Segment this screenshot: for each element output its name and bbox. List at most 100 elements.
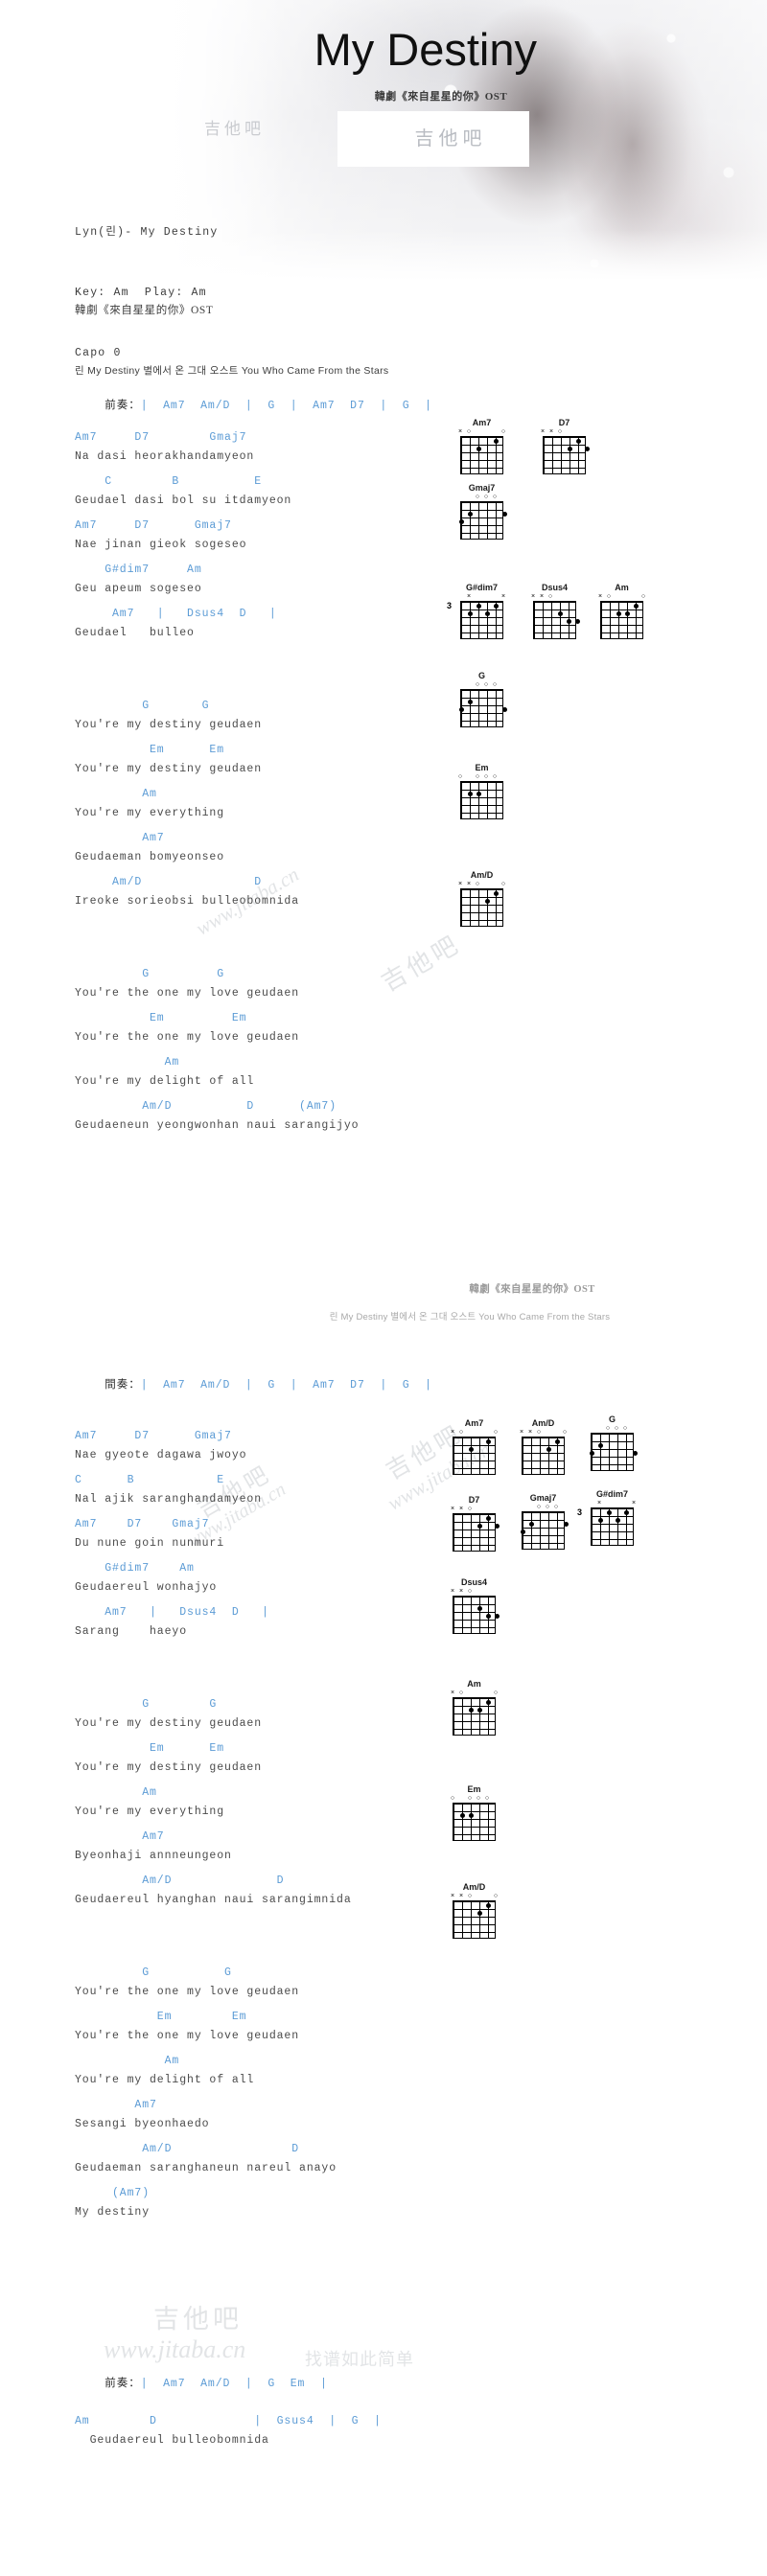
chord-diagram-name: Am (467, 1679, 481, 1689)
chord-line: G G (75, 700, 210, 712)
section-label-interlude: 間奏： (105, 1379, 141, 1391)
chord-diagram-finger-dot (476, 1910, 482, 1916)
chord-line: Am (75, 788, 157, 800)
lyric-line: Sesangi byeonhaedo (75, 2118, 210, 2130)
chord-diagram-fretboard (453, 1697, 496, 1736)
chord-diagram-am7: Am7 × ○ ○ (456, 418, 507, 474)
open-string-marker: ○ (605, 1425, 611, 1432)
chord-diagram-fret-number: 3 (447, 601, 453, 610)
open-string-marker: ○ (467, 1893, 473, 1899)
open-string-marker: ○ (493, 1690, 499, 1696)
muted-string-marker: × (458, 1506, 464, 1512)
chord-diagram-fretboard (453, 1596, 500, 1634)
chord-diagram-finger-dot (528, 1521, 534, 1527)
muted-string-marker: × (527, 1429, 533, 1436)
chord-diagram-finger-dot (520, 1529, 525, 1534)
chord-line: Am7 D7 Gmaj7 (75, 431, 247, 444)
chord-diagram-finger-dot (458, 706, 464, 712)
chord-diagram-gmaj7: Gmaj7 ○ ○ ○ (518, 1493, 569, 1550)
muted-string-marker: × (500, 593, 506, 600)
chord-diagram-fretboard (589, 1433, 638, 1471)
muted-string-marker: × (548, 428, 554, 435)
chord-line: Am7 (75, 2099, 157, 2111)
chord-diagram-name: Am7 (472, 418, 492, 427)
chord-diagram-finger-dot (485, 1699, 491, 1705)
muted-string-marker: × (540, 428, 546, 435)
chord-diagram-open-mute-marks: × ○ ○ (456, 428, 507, 436)
muted-string-marker: × (450, 1893, 455, 1899)
chord-diagram-name: Em (467, 1784, 481, 1794)
chord-diagram-finger-dot (633, 603, 639, 609)
chord-sheet: 前奏：| Am7 Am/D | G | Am7 D7 | G | Am7 D7 … (0, 0, 767, 2576)
chord-line: G#dim7 Am (75, 564, 202, 576)
chord-diagram-fretboard (453, 1437, 496, 1475)
chord-diagram-name: G (477, 671, 485, 680)
open-string-marker: ○ (614, 1425, 619, 1432)
open-string-marker: ○ (493, 1893, 499, 1899)
chord-diagram-am-d: Am/D × × ○ ○ (518, 1418, 569, 1475)
chord-diagram-finger-dot (493, 890, 499, 896)
open-string-marker: ○ (545, 1504, 550, 1510)
muted-string-marker: × (530, 593, 536, 600)
chord-diagram-fretboard (520, 1511, 569, 1550)
section-progression-intro-1: | Am7 Am/D | G | Am7 D7 | G | (140, 400, 432, 412)
chord-line: Em Em (75, 2011, 247, 2023)
muted-string-marker: × (457, 428, 463, 435)
chord-line: G G (75, 968, 225, 980)
section-progression-outro: | Am7 Am/D | G Em | (140, 2378, 328, 2390)
open-string-marker: ○ (475, 773, 480, 780)
lyric-line: Geudaeman saranghaneun nareul anayo (75, 2162, 337, 2174)
chord-diagram-open-mute-marks: × × ○ (529, 593, 580, 601)
chord-diagram-finger-dot (567, 446, 572, 451)
lyric-line: Geudael dasi bol su itdamyeon (75, 494, 292, 507)
chord-diagram-fretboard (600, 601, 643, 639)
open-string-marker: ○ (606, 593, 612, 600)
chord-diagram-open-mute-marks: × × ○ ○ (449, 1893, 500, 1900)
chord-diagram-finger-dot (589, 1450, 594, 1456)
chord-line: G#dim7 Am (75, 1562, 195, 1575)
chord-diagram-d7: D7 × × ○ (539, 418, 590, 474)
chord-diagram-gmaj7: Gmaj7 ○ ○ ○ (456, 483, 507, 540)
mid-banner-sub: 린 My Destiny 별에서 온 그대 오스트 You Who Came F… (329, 1312, 611, 1322)
chord-diagram-finger-dot (624, 610, 630, 616)
chord-diagram-name: Am (615, 583, 629, 592)
chord-diagram-open-mute-marks: × × ○ ○ (456, 881, 507, 888)
chord-diagram-open-mute-marks: × × ○ (449, 1506, 500, 1513)
chord-diagram-name: D7 (558, 418, 570, 427)
chord-line: G G (75, 1966, 232, 1979)
lyric-line: You're my everything (75, 807, 225, 819)
muted-string-marker: × (450, 1588, 455, 1595)
chord-diagram-finger-dot (485, 1613, 491, 1619)
chord-diagram-finger-dot (476, 1605, 482, 1611)
chord-line: Am7 D7 Gmaj7 (75, 1518, 210, 1530)
chord-line: Em Em (75, 744, 225, 756)
lyric-line: You're my destiny geudaen (75, 1761, 263, 1774)
chord-diagram-finger-dot (458, 518, 464, 524)
chord-diagram-finger-dot (494, 1613, 500, 1619)
chord-diagram-open-mute-marks: × ○ ○ (596, 593, 647, 601)
chord-diagram-finger-dot (468, 1707, 474, 1713)
chord-diagram-name: Am/D (462, 1882, 486, 1892)
lyric-line: You're the one my love geudaen (75, 2030, 300, 2042)
muted-string-marker: × (457, 881, 463, 887)
chord-diagram-finger-dot (615, 1517, 620, 1523)
lyric-line: My destiny (75, 2206, 151, 2219)
chord-line: Am (75, 2055, 180, 2067)
chord-line: Em Em (75, 1742, 225, 1755)
muted-string-marker: × (631, 1500, 637, 1506)
chord-line: Am7 | Dsus4 D | (75, 608, 277, 620)
open-string-marker: ○ (458, 1429, 464, 1436)
open-string-marker: ○ (450, 1795, 455, 1802)
chord-diagram-fretboard (460, 601, 503, 639)
open-string-marker: ○ (640, 593, 646, 600)
muted-string-marker: × (450, 1690, 455, 1696)
section-outro: 前奏：| Am7 Am/D | G Em | (75, 2365, 328, 2403)
open-string-marker: ○ (557, 428, 563, 435)
chord-diagram-finger-dot (476, 603, 481, 609)
chord-diagram-finger-dot (485, 1515, 491, 1521)
chord-diagram-d7: D7 × × ○ (449, 1495, 500, 1552)
chord-diagram-g-dim7: G#dim7 × × 3 (577, 1489, 638, 1546)
lyric-line: You're my delight of all (75, 2074, 255, 2086)
open-string-marker: ○ (466, 428, 472, 435)
chord-diagram-fretboard (453, 1900, 496, 1939)
